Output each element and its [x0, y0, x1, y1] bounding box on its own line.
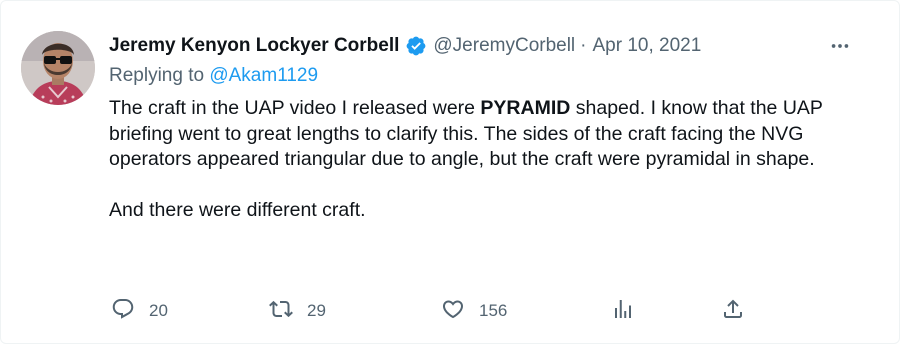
retweet-icon [269, 297, 293, 326]
retweet-count: 29 [307, 301, 326, 320]
tweet-content: Jeremy Kenyon Lockyer Corbell @JeremyCor… [109, 31, 859, 223]
tweet-paragraph-2: And there were different craft. [109, 198, 366, 221]
mention-link[interactable]: @Akam1129 [209, 65, 318, 86]
like-button[interactable]: 156 [441, 295, 507, 327]
header-separator: · [580, 35, 587, 56]
tweet-date[interactable]: Apr 10, 2021 [593, 35, 702, 57]
retweet-button[interactable]: 29 [269, 295, 326, 327]
tweet-actions: 20 29 156 [109, 295, 759, 327]
tweet-card: Jeremy Kenyon Lockyer Corbell @JeremyCor… [0, 0, 900, 344]
replying-to: Replying to @Akam1129 [109, 65, 859, 93]
share-upload-icon [721, 297, 745, 326]
reply-count: 20 [149, 301, 168, 320]
bar-chart-icon [611, 297, 635, 326]
tweet-text-bold: PYRAMID [480, 97, 571, 119]
avatar[interactable] [21, 31, 95, 105]
like-count: 156 [479, 301, 508, 320]
author-name[interactable]: Jeremy Kenyon Lockyer Corbell [109, 35, 399, 57]
avatar-image [21, 31, 95, 105]
tweet-text: The craft in the UAP video I released we… [109, 96, 859, 223]
tweet-text-part: The craft in the UAP video I released we… [109, 97, 481, 119]
reply-button[interactable]: 20 [111, 295, 168, 327]
reply-bubble-icon [111, 297, 135, 326]
heart-icon [441, 297, 465, 326]
tweet-paragraph-1: The craft in the UAP video I released we… [109, 96, 859, 173]
replying-to-prefix: Replying to [109, 65, 210, 86]
verified-badge-icon[interactable] [405, 35, 427, 57]
author-handle[interactable]: @JeremyCorbell [433, 35, 575, 57]
more-dots-icon[interactable] [825, 33, 855, 59]
views-button[interactable] [611, 295, 635, 327]
tweet-header: Jeremy Kenyon Lockyer Corbell @JeremyCor… [109, 31, 859, 61]
share-button[interactable] [721, 295, 745, 327]
